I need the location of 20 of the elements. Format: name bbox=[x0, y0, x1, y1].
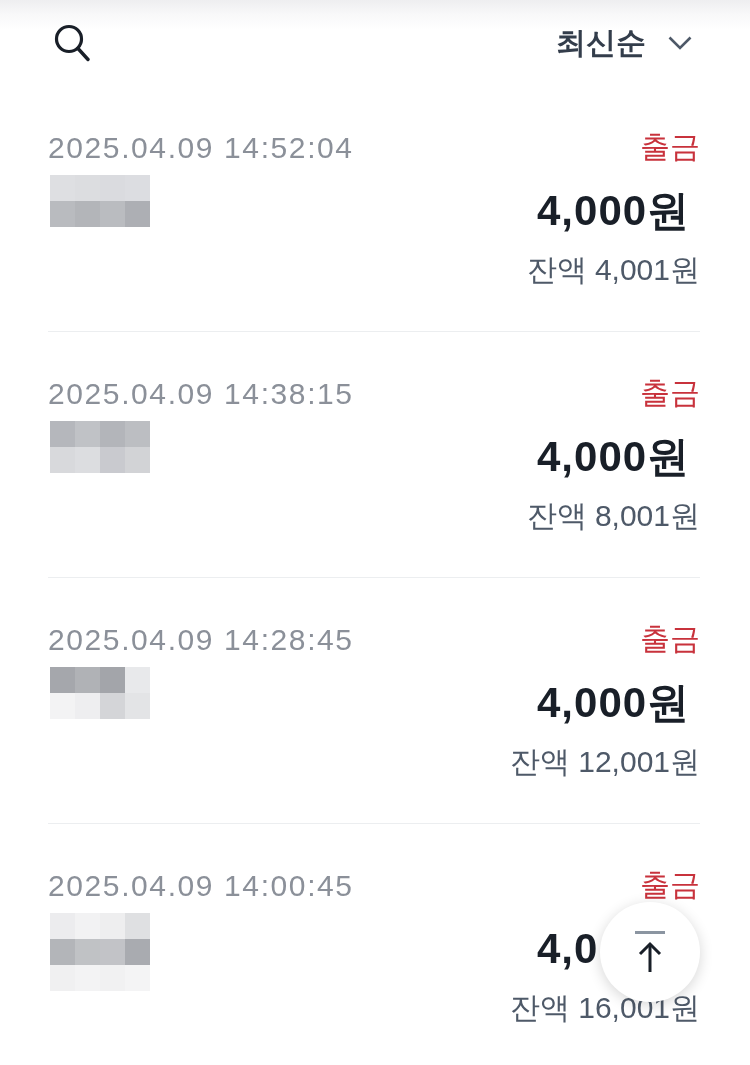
chevron-down-icon bbox=[668, 36, 692, 50]
transaction-amount: 4,0 bbox=[537, 925, 599, 972]
transaction-time: 2025.04.09 14:00:45 bbox=[48, 869, 354, 903]
transaction-time: 2025.04.09 14:38:15 bbox=[48, 377, 354, 411]
balance-text: 잔액 12,001원 bbox=[509, 744, 700, 780]
balance-text: 잔액 4,001원 bbox=[526, 252, 700, 288]
transaction-amount: 4,000원 bbox=[537, 187, 691, 234]
transaction-type: 출금 bbox=[640, 377, 700, 409]
balance-text: 잔액 8,001원 bbox=[526, 498, 700, 534]
transaction-time: 2025.04.09 14:52:04 bbox=[48, 131, 354, 165]
transaction-type: 출금 bbox=[640, 131, 700, 163]
transaction-amount: 4,000원 bbox=[537, 433, 691, 480]
search-button[interactable] bbox=[54, 24, 90, 62]
transaction-amount: 4,000원 bbox=[537, 679, 691, 726]
transaction-time: 2025.04.09 14:28:45 bbox=[48, 623, 354, 657]
transaction-type: 출금 bbox=[640, 623, 700, 655]
balance-text: 잔액 16,001원 bbox=[509, 990, 700, 1026]
transaction-type: 출금 bbox=[640, 869, 700, 901]
search-icon bbox=[54, 24, 90, 62]
sort-dropdown[interactable]: 최신순 bbox=[556, 23, 692, 63]
